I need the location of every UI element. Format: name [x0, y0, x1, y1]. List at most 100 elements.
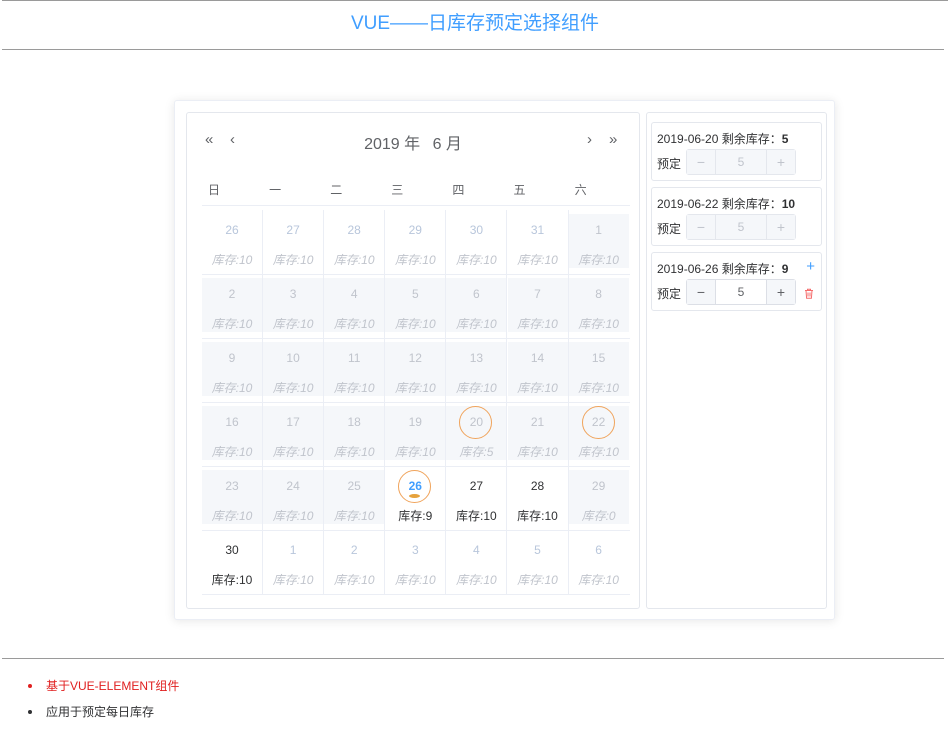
quantity-stepper[interactable]: −5 +: [686, 279, 796, 305]
next-month-button[interactable]: ›: [587, 131, 592, 148]
stock-value: 10: [422, 317, 436, 331]
quantity-input: 5: [737, 220, 745, 234]
calendar-day-cell[interactable]: 4 库存:10: [446, 530, 508, 594]
next-year-button[interactable]: »: [609, 131, 617, 148]
booking-item: 2019-06-22 剩余库存：10 预定 − 5 +: [651, 187, 822, 246]
day-number: 26: [225, 223, 239, 237]
calendar-week-row: 9 库存:10 10 库存:10 11 库存:10 12 库存:10 13 库存:10 14 库存:1…: [202, 338, 630, 403]
calendar-year[interactable]: 2019 年: [364, 136, 420, 153]
stock-value: 10: [544, 317, 558, 331]
decrease-button: −: [687, 150, 716, 174]
calendar-week-row: 26 库存:10 27 库存:10 28 库存:10 29 库存:10 30 库存:10 31 库存:…: [202, 210, 630, 275]
stock-value: 10: [238, 317, 253, 331]
calendar-day-cell[interactable]: 26 库存:10: [202, 210, 263, 274]
stock-prefix: 库存:: [581, 509, 609, 523]
weekday-label: 六: [574, 183, 587, 197]
stock-value: 10: [238, 509, 253, 523]
calendar-day-cell: 17 库存:10: [263, 402, 325, 466]
calendar-day-cell[interactable]: 30 库存:10: [446, 210, 508, 274]
stock-value: 10: [361, 317, 375, 331]
stock-label: 库存:10: [569, 251, 629, 268]
stock-prefix: 库存:: [517, 317, 545, 331]
decrease-button[interactable]: −: [687, 280, 716, 304]
booking-date: 2019-06-22: [657, 197, 719, 211]
calendar-day-cell[interactable]: 3 库存:10: [385, 530, 447, 594]
booking-item: 2019-06-20 剩余库存：5 预定 −5 +: [651, 122, 822, 181]
plus-icon[interactable]: +: [806, 258, 815, 275]
day-number: 10: [286, 351, 300, 365]
booking-info: 2019-06-22 剩余库存：10: [657, 195, 795, 212]
footer-divider: [2, 658, 944, 659]
calendar-month[interactable]: 6 月: [433, 136, 462, 153]
remain-value: 9: [781, 262, 789, 276]
day-number: 1: [595, 223, 602, 237]
stock-prefix: 库存:: [333, 381, 362, 395]
calendar-day-cell: 10 库存:10: [263, 338, 325, 402]
calendar-day-cell[interactable]: 2 库存:10: [324, 530, 386, 594]
stock-label: 库存:5: [446, 443, 506, 460]
stock-prefix: 库存:: [394, 381, 423, 395]
stock-prefix: 库存:: [578, 445, 606, 459]
calendar-day-cell[interactable]: 28 库存:10: [324, 210, 386, 274]
stock-value: 10: [422, 253, 436, 267]
calendar-day-cell: 6 库存:10: [446, 274, 508, 338]
stock-prefix: 库存:: [517, 253, 545, 267]
calendar-day-cell[interactable]: 27 库存:10: [446, 466, 508, 530]
calendar-day-cell: 1 库存:10: [568, 210, 630, 274]
quantity-input[interactable]: 5: [716, 280, 766, 304]
book-label: 预定: [657, 287, 682, 301]
stock-prefix: 库存:: [456, 573, 484, 587]
day-number: 30: [225, 543, 239, 557]
stock-prefix: 库存:: [333, 509, 362, 523]
weekday-label: 三: [391, 183, 404, 197]
stock-label: 库存:10: [508, 443, 568, 460]
note-text: 基于VUE-ELEMENT组件: [46, 679, 180, 693]
increase-button[interactable]: +: [766, 280, 795, 304]
day-number: 15: [591, 351, 606, 365]
calendar-day-cell[interactable]: 29 库存:10: [385, 210, 447, 274]
day-number: 14: [530, 351, 545, 365]
day-number: 21: [530, 415, 545, 429]
stock-label: 库存:10: [202, 251, 262, 268]
calendar-day-cell[interactable]: 1 库存:10: [263, 530, 325, 594]
booking-date: 2019-06-26: [657, 262, 719, 276]
calendar-day-cell[interactable]: 5 库存:10: [508, 530, 569, 594]
calendar-day-cell[interactable]: 6 库存:10: [569, 530, 630, 594]
day-number: 19: [408, 415, 422, 429]
day-number: 5: [411, 287, 419, 301]
calendar-day-cell[interactable]: 28 库存:10: [508, 466, 569, 530]
calendar-day-cell[interactable]: 30 库存:10: [202, 530, 263, 594]
calendar-day-cell[interactable]: 27 库存:10: [263, 210, 325, 274]
stock-value: 10: [238, 445, 253, 459]
calendar-day-cell: 5 库存:10: [385, 274, 447, 338]
stock-value: 10: [544, 445, 558, 459]
day-number: 4: [473, 543, 480, 557]
stock-label: 库存:10: [324, 315, 384, 332]
stock-value: 10: [605, 381, 619, 395]
day-number: 3: [289, 287, 297, 301]
stock-label: 库存:10: [569, 379, 629, 396]
stock-value: 10: [605, 445, 619, 459]
trash-icon[interactable]: [804, 286, 814, 299]
note-text: 应用于预定每日库存: [46, 705, 155, 719]
calendar-day-cell: 12 库存:10: [385, 338, 447, 402]
day-number: 23: [225, 479, 239, 493]
stock-label: 库存:10: [263, 507, 323, 524]
stock-label: 库存:10: [446, 571, 506, 588]
top-divider: [2, 0, 948, 1]
stock-label: 库存:10: [263, 379, 323, 396]
day-number: 1: [289, 543, 297, 557]
stock-prefix: 库存:: [394, 445, 423, 459]
day-number: 17: [286, 415, 300, 429]
stock-prefix: 库存:: [394, 317, 423, 331]
bullet: [28, 684, 32, 688]
increase-button: +: [766, 215, 795, 239]
stock-prefix: 库存:: [211, 445, 239, 459]
stock-value: 5: [486, 445, 494, 459]
day-number: 2: [350, 543, 358, 557]
stock-value: 10: [300, 445, 314, 459]
calendar-day-cell[interactable]: 26 库存:9: [385, 466, 447, 530]
stock-label: 库存:10: [446, 315, 506, 332]
calendar-day-cell[interactable]: 31 库存:10: [508, 210, 569, 274]
stock-prefix: 库存:: [211, 317, 239, 331]
